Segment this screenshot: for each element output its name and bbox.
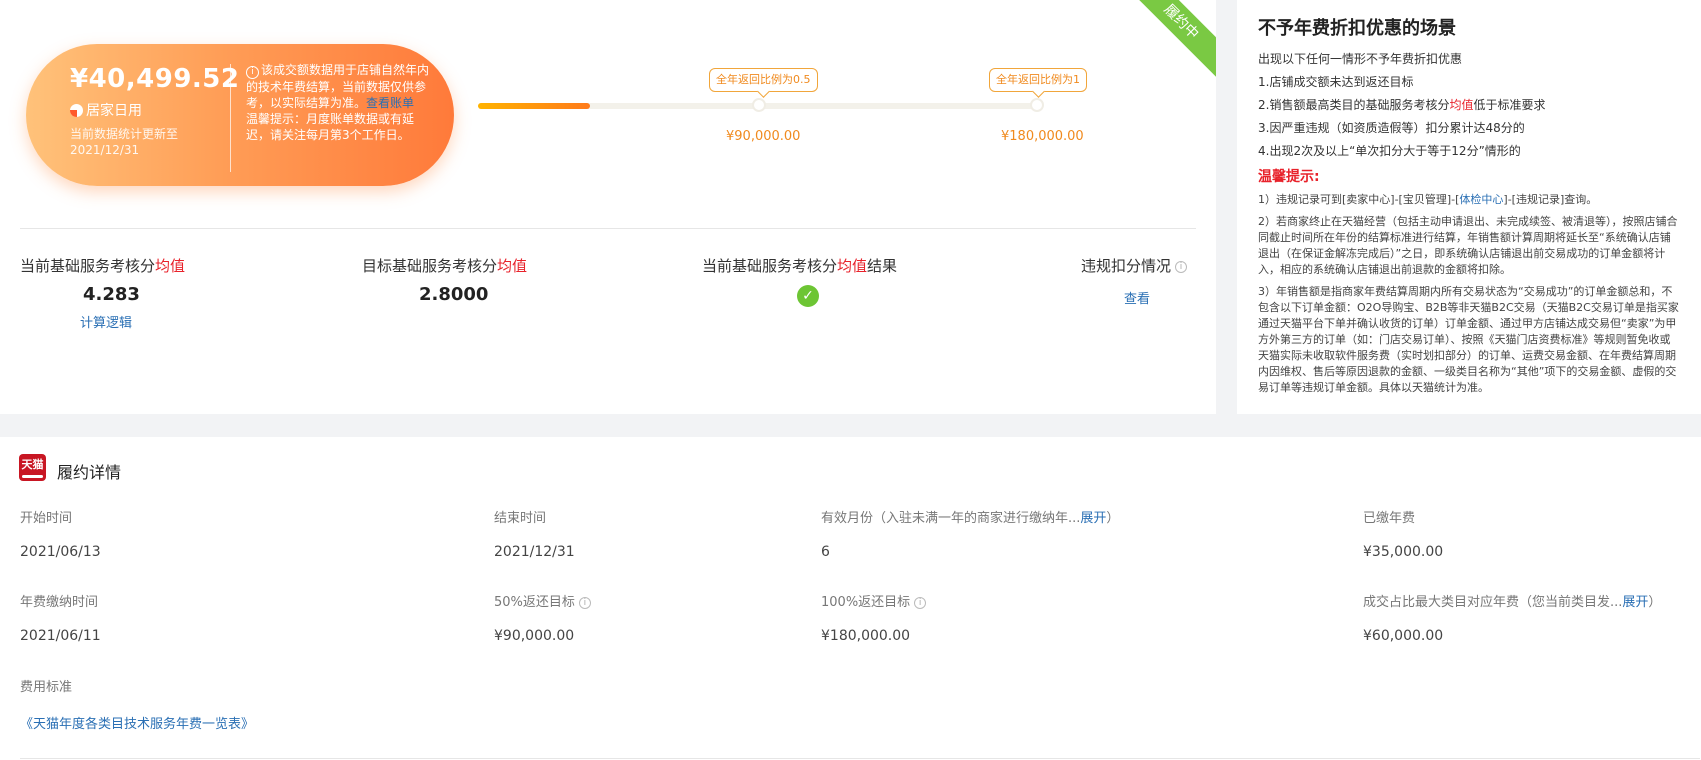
half-return-tag: 全年返回比例为0.5	[709, 68, 818, 92]
store-category-name: 居家日用	[86, 103, 142, 119]
rule-item-text: 低于标准要求	[1473, 98, 1546, 112]
data-update-note: 当前数据统计更新至2021/12/31	[70, 127, 179, 157]
paid-fee-label: 已缴年费	[1363, 511, 1416, 526]
max-category-fee-value: ¥60,000.00	[1363, 628, 1444, 644]
amount-description: i 该成交额数据用于店铺自然年内的技术年费结算，当前数据仅供参考，以实际结算为准。…	[246, 62, 436, 143]
half-target-label: 50%返还目标 i	[494, 591, 591, 610]
max-category-fee-label-text: 成交占比最大类目对应年费（您当前类目发...	[1363, 595, 1623, 610]
status-ribbon: 履约中	[1118, 0, 1216, 85]
section-divider	[20, 228, 1196, 229]
tip-text: ]-[违规记录]查询。	[1503, 193, 1598, 206]
progress-fill	[478, 103, 590, 109]
rules-title: 不予年费折扣优惠的场景	[1258, 18, 1456, 39]
half-target-value: ¥90,000.00	[494, 628, 575, 644]
store-category-row: 居家日用	[70, 100, 142, 120]
info-icon[interactable]: i	[1175, 261, 1188, 273]
start-time-value: 2021/06/13	[20, 544, 101, 560]
discount-rules-panel: 不予年费折扣优惠的场景 出现以下任何一情形不予年费折扣优惠 1.店铺成交额未达到…	[1237, 0, 1701, 414]
start-time-label: 开始时间	[20, 511, 73, 526]
valid-months-value: 6	[821, 544, 830, 560]
tip-item: 2）若商家终止在天猫经营（包括主动申请退出、未完成续签、被清退等），按照店铺合同…	[1258, 215, 1678, 276]
health-center-link[interactable]: 体检中心	[1459, 193, 1503, 206]
paren-close: ）	[1648, 595, 1662, 610]
pay-time-value: 2021/06/11	[20, 628, 101, 644]
sales-amount-card: ¥40,499.52 居家日用 当前数据统计更新至2021/12/31 i 该成交…	[26, 44, 454, 186]
current-score-value: 4.283	[83, 284, 140, 305]
avg-highlight: 均值	[837, 257, 868, 275]
paren-close: ）	[1106, 511, 1120, 526]
bottom-divider	[20, 758, 1700, 759]
avg-highlight: 均值	[1449, 98, 1474, 112]
tip-item: 1）违规记录可到[卖家中心]-[宝贝管理]-[体检中心]-[违规记录]查询。	[1258, 192, 1681, 208]
avg-highlight: 均值	[155, 257, 186, 275]
fee-standard-label: 费用标准	[20, 680, 73, 695]
warm-tip-text: 温馨提示：月度账单数据或有延迟，请关注每月第3个工作日。	[246, 112, 415, 142]
end-time-value: 2021/12/31	[494, 544, 575, 560]
valid-months-label: 有效月份（入驻未满一年的商家进行缴纳年...展开）	[821, 507, 1119, 526]
score-result-suffix: 结果	[867, 257, 898, 275]
calc-logic-link[interactable]: 计算逻辑	[80, 312, 132, 331]
info-icon: i	[246, 66, 259, 79]
expand-link[interactable]: 展开	[1080, 511, 1106, 526]
view-bill-link[interactable]: 查看账单	[366, 96, 414, 110]
check-icon: ✓	[797, 285, 819, 307]
info-icon[interactable]: i	[914, 597, 927, 609]
tips-title: 温馨提示:	[1258, 169, 1320, 185]
penalty-title: 违规扣分情况 i	[1081, 255, 1188, 276]
card-divider	[230, 64, 231, 172]
sales-amount: ¥40,499.52	[70, 64, 240, 94]
pay-time-label: 年费缴纳时间	[20, 595, 99, 610]
full-target-amount: ¥180,000.00	[1001, 129, 1084, 144]
rule-item-text: 2.销售额最高类目的基础服务考核分	[1258, 98, 1450, 112]
fee-standard-link[interactable]: 《天猫年度各类目技术服务年费一览表》	[20, 713, 254, 732]
target-score-title: 目标基础服务考核分均值	[362, 255, 527, 276]
expand-link[interactable]: 展开	[1622, 595, 1648, 610]
tip-item: 3）年销售额是指商家年费结算周期内所有交易状态为“交易成功”的订单金额总和，不包…	[1258, 285, 1679, 394]
full-target-label: 100%返还目标 i	[821, 591, 927, 610]
valid-months-label-text: 有效月份（入驻未满一年的商家进行缴纳年...	[821, 511, 1081, 526]
category-pie-icon	[70, 103, 83, 117]
section-title: 履约详情	[57, 463, 122, 482]
full-target-label-text: 100%返还目标	[821, 595, 911, 610]
end-time-label: 结束时间	[494, 511, 547, 526]
current-score-title-text: 当前基础服务考核分	[20, 257, 156, 275]
rules-intro: 出现以下任何一情形不予年费折扣优惠	[1258, 52, 1463, 66]
rule-item: 4.出现2次及以上“单次扣分大于等于12分”情形的	[1258, 144, 1521, 158]
fulfillment-details-panel: 天猫 履约详情 开始时间 2021/06/13 结束时间 2021/12/31 …	[0, 437, 1701, 760]
score-result-title: 当前基础服务考核分均值结果	[702, 255, 897, 276]
tip-text: 1）违规记录可到[卖家中心]-[宝贝管理]-[	[1258, 193, 1460, 206]
rule-item: 2.销售额最高类目的基础服务考核分均值低于标准要求	[1258, 94, 1681, 117]
full-return-tag: 全年返回比例为1	[989, 68, 1087, 92]
current-score-title: 当前基础服务考核分均值	[20, 255, 185, 276]
half-target-marker	[752, 98, 766, 112]
rule-item: 3.因严重违规（如资质造假等）扣分累计达48分的	[1258, 121, 1525, 135]
tmall-logo-icon: 天猫	[19, 454, 46, 481]
max-category-fee-label: 成交占比最大类目对应年费（您当前类目发...展开）	[1363, 591, 1661, 610]
info-icon[interactable]: i	[578, 597, 591, 609]
penalty-view-link[interactable]: 查看	[1124, 288, 1150, 307]
paid-fee-value: ¥35,000.00	[1363, 544, 1444, 560]
half-target-amount: ¥90,000.00	[726, 129, 801, 144]
full-target-marker	[1030, 98, 1044, 112]
target-score-value: 2.8000	[419, 284, 489, 305]
target-score-title-text: 目标基础服务考核分	[362, 257, 498, 275]
rule-item: 1.店铺成交额未达到返还目标	[1258, 75, 1414, 89]
avg-highlight: 均值	[497, 257, 528, 275]
full-target-value: ¥180,000.00	[821, 628, 911, 644]
performance-overview-panel: 履约中 ¥40,499.52 居家日用 当前数据统计更新至2021/12/31 …	[0, 0, 1216, 414]
score-result-title-text: 当前基础服务考核分	[702, 257, 838, 275]
half-target-label-text: 50%返还目标	[494, 595, 575, 610]
penalty-title-text: 违规扣分情况	[1081, 257, 1172, 275]
